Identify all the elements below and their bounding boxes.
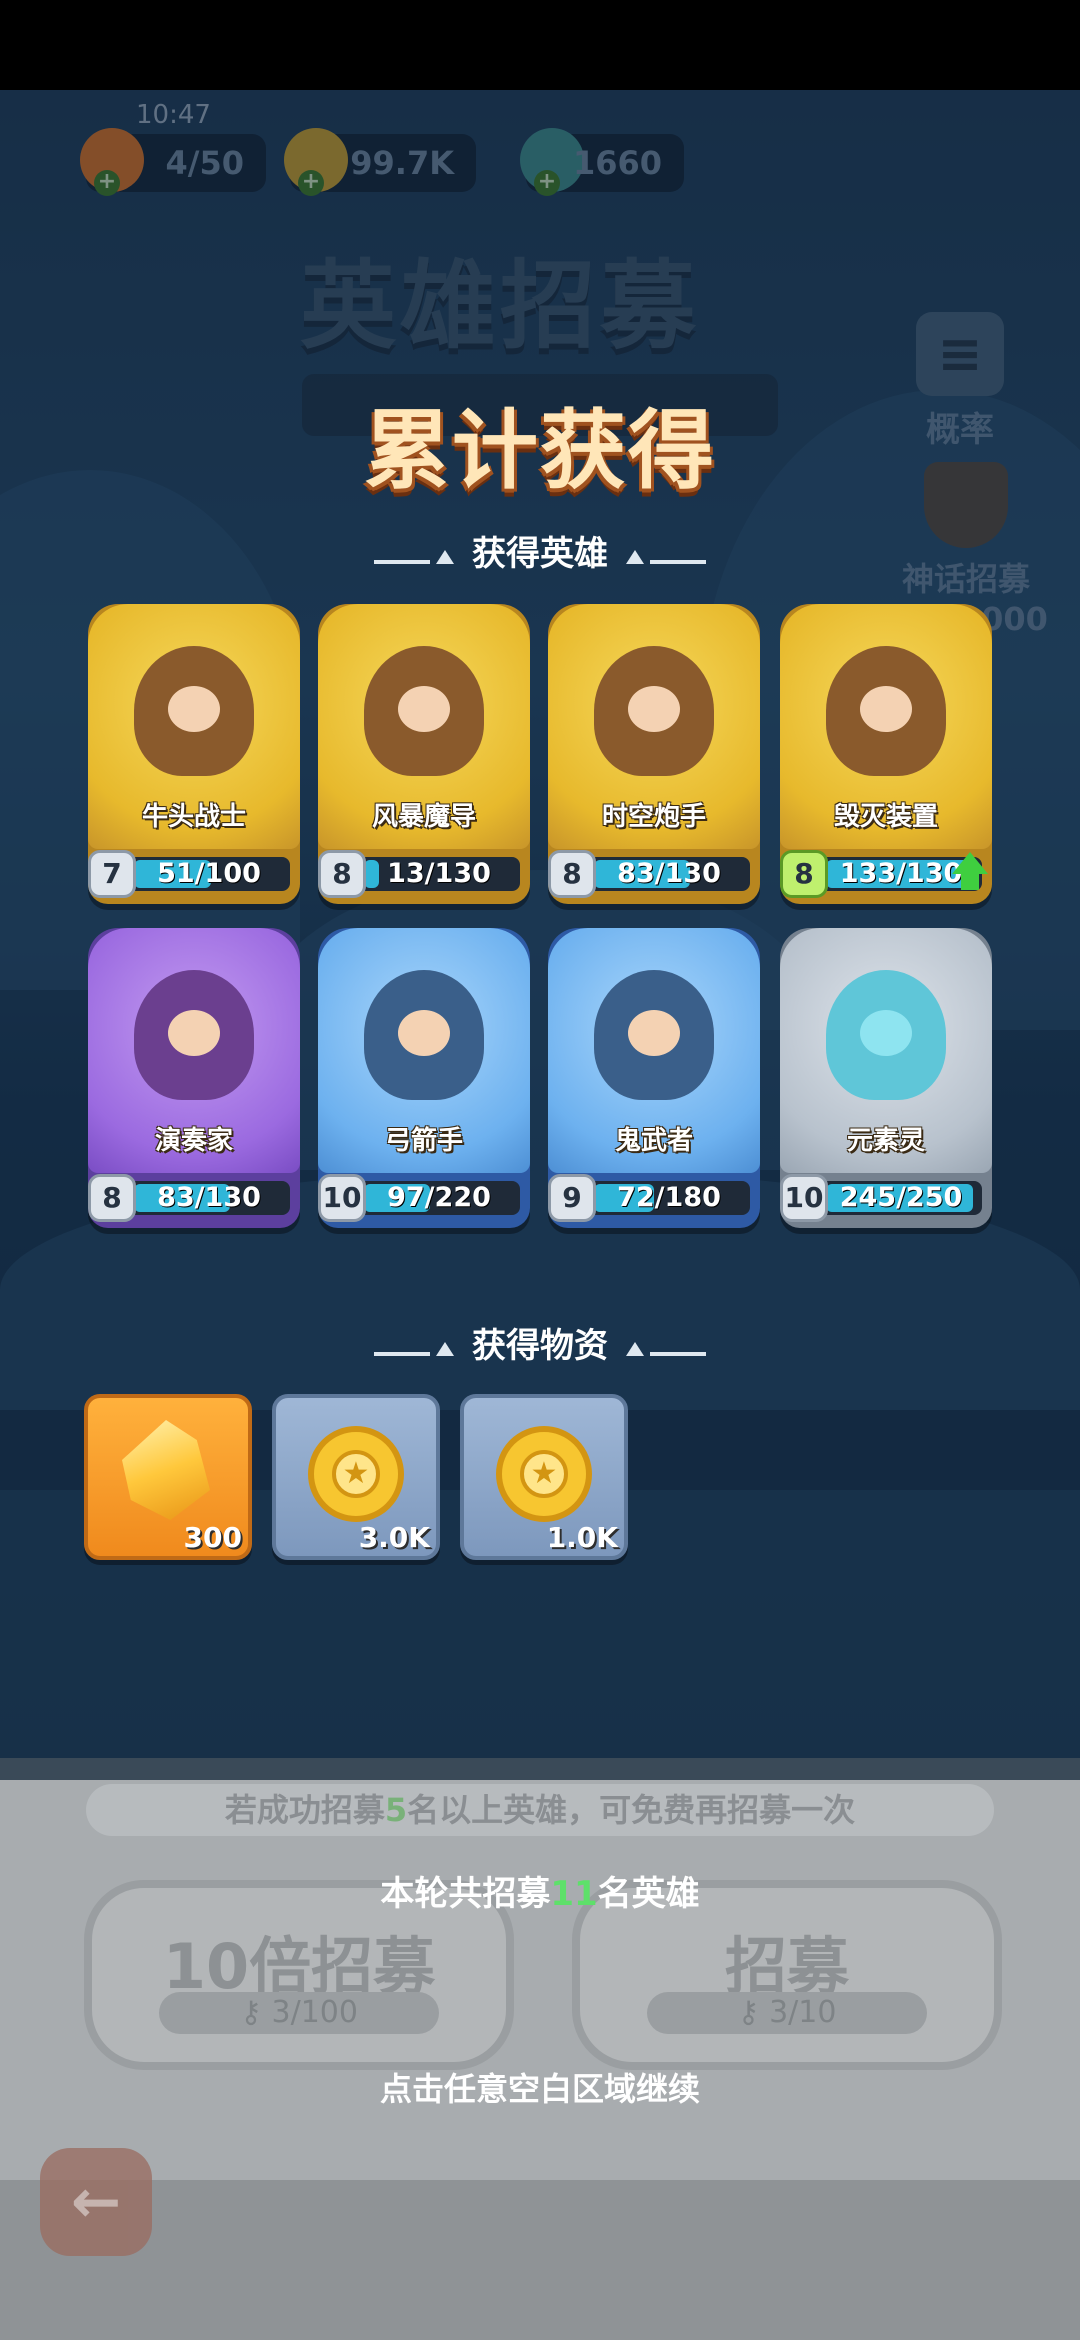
heroes-section-label: 获得英雄	[472, 534, 608, 574]
hero-level-badge: 8	[318, 850, 366, 898]
hero-portrait	[826, 970, 946, 1100]
hero-level-badge: 8	[780, 850, 828, 898]
section-divider-ornament	[626, 550, 644, 564]
hero-face	[168, 1010, 220, 1056]
hero-name: 演奏家	[154, 1126, 233, 1156]
hint-text: 若成功招募	[224, 1791, 385, 1829]
hint-number: 5	[384, 1791, 408, 1829]
star-icon: ★	[332, 1450, 380, 1498]
hero-card[interactable]: 演奏家 83/130 8	[88, 928, 300, 1228]
hero-name: 时空炮手	[601, 802, 706, 832]
free-recruit-hint: 若成功招募5名以上英雄，可免费再招募一次	[86, 1784, 994, 1836]
hero-name: 弓箭手	[384, 1126, 463, 1156]
hero-face	[628, 1010, 680, 1056]
hero-progress-text: 72/180	[617, 1182, 721, 1213]
hero-progress-text: 245/250	[839, 1182, 963, 1213]
hero-face	[398, 686, 450, 732]
upgrade-arrow-icon	[952, 852, 988, 874]
tap-to-continue[interactable]: 点击任意空白区域继续	[0, 2064, 1080, 2110]
hero-card[interactable]: 元素灵 245/250 10	[780, 928, 992, 1228]
hero-face	[628, 686, 680, 732]
section-divider	[650, 560, 706, 564]
summary-count: 11	[550, 1874, 598, 1914]
hero-level-badge: 10	[318, 1174, 366, 1222]
result-title: 累计获得	[364, 401, 716, 501]
round-summary: 本轮共招募11名英雄	[0, 1866, 1080, 1915]
key-count: 3/10	[769, 1995, 837, 2030]
section-divider-ornament	[626, 1342, 644, 1356]
key-counter: ⚷ 3/10	[647, 1992, 927, 2034]
hero-portrait	[364, 970, 484, 1100]
hero-progress-text: 13/130	[387, 858, 491, 889]
section-divider	[650, 1352, 706, 1356]
reward-item[interactable]: 300	[84, 1394, 252, 1560]
hero-level-badge: 10	[780, 1174, 828, 1222]
hero-level-badge: 9	[548, 1174, 596, 1222]
bottom-bar	[0, 2180, 1080, 2340]
hero-face	[398, 1010, 450, 1056]
hero-face	[168, 686, 220, 732]
star-icon: ★	[520, 1450, 568, 1498]
coin-icon: ★	[496, 1426, 592, 1522]
hero-portrait	[826, 646, 946, 776]
hero-name: 牛头战士	[141, 802, 246, 832]
hero-name: 风暴魔导	[371, 802, 476, 832]
hero-level-badge: 8	[88, 1174, 136, 1222]
hero-progress-text: 83/130	[157, 1182, 261, 1213]
hero-portrait	[134, 646, 254, 776]
hint-text: 名以上英雄，可免费再招募一次	[407, 1791, 856, 1829]
reward-item[interactable]: ★ 3.0K	[272, 1394, 440, 1560]
reward-quantity: 1.0K	[546, 1521, 618, 1554]
hero-portrait	[594, 646, 714, 776]
panel-edge	[0, 1758, 1080, 1780]
hero-card[interactable]: 时空炮手 83/130 8	[548, 604, 760, 904]
crystal-icon	[122, 1420, 210, 1520]
hero-portrait	[594, 970, 714, 1100]
hero-card[interactable]: 弓箭手 97/220 10	[318, 928, 530, 1228]
hero-card[interactable]: 毁灭装置 133/130 8	[780, 604, 992, 904]
hero-card[interactable]: 鬼武者 72/180 9	[548, 928, 760, 1228]
hero-level-badge: 7	[88, 850, 136, 898]
hero-card[interactable]: 牛头战士 51/100 7	[88, 604, 300, 904]
hero-progress-text: 51/100	[157, 858, 261, 889]
reward-quantity: 3.0K	[358, 1521, 430, 1554]
hero-level-badge: 8	[548, 850, 596, 898]
hero-name: 鬼武者	[614, 1126, 693, 1156]
hero-name: 元素灵	[846, 1126, 925, 1156]
hero-card[interactable]: 风暴魔导 13/130 8	[318, 604, 530, 904]
hero-progress-text: 97/220	[387, 1182, 491, 1213]
summary-text: 名英雄	[597, 1874, 700, 1914]
hero-face	[860, 1010, 912, 1056]
hero-name: 毁灭装置	[833, 802, 938, 832]
key-count: 3/100	[271, 1995, 358, 2030]
summary-text: 本轮共招募	[380, 1874, 551, 1914]
upgrade-arrow-stem	[961, 872, 979, 890]
items-section-label: 获得物资	[472, 1326, 608, 1366]
hero-portrait	[134, 970, 254, 1100]
coin-icon: ★	[308, 1426, 404, 1522]
hero-face	[860, 686, 912, 732]
back-arrow-icon[interactable]: ←	[40, 2148, 152, 2256]
key-counter: ⚷ 3/100	[159, 1992, 439, 2034]
hero-progress-text: 83/130	[617, 858, 721, 889]
status-bar	[0, 0, 1080, 90]
reward-quantity: 300	[183, 1521, 242, 1554]
hero-portrait	[364, 646, 484, 776]
reward-item[interactable]: ★ 1.0K	[460, 1394, 628, 1560]
